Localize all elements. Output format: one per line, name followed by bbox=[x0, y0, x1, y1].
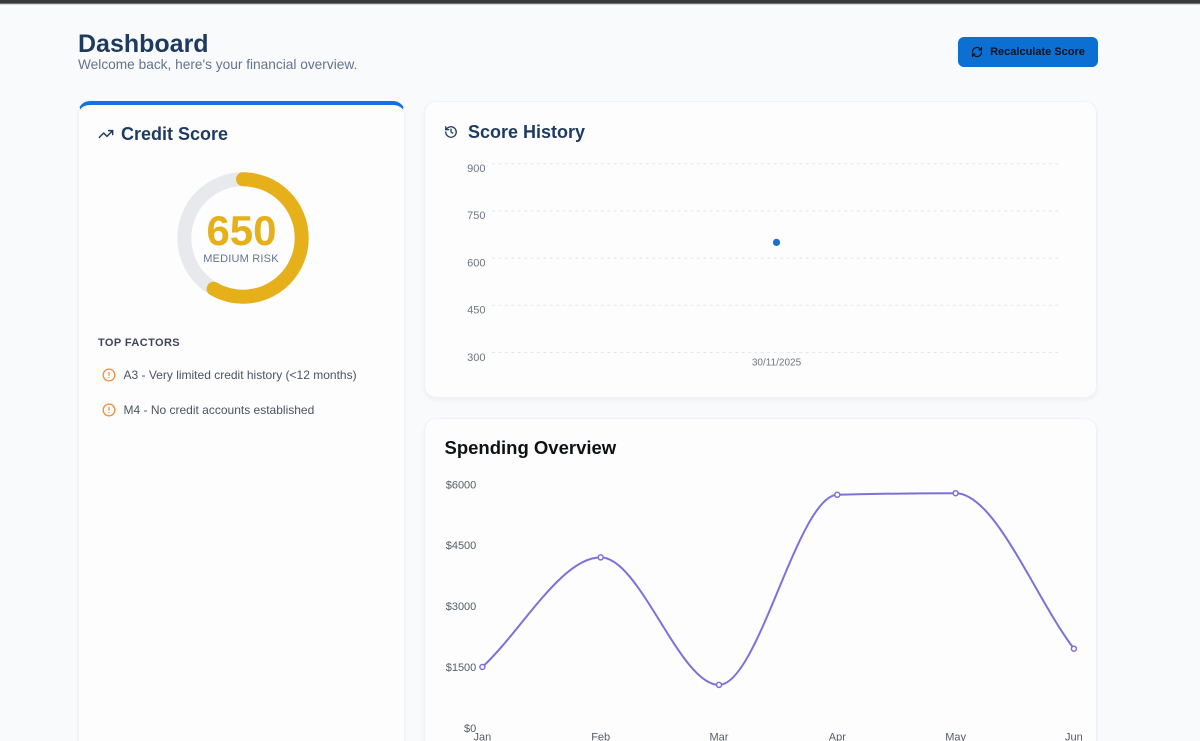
svg-text:750: 750 bbox=[467, 210, 485, 222]
svg-text:$3000: $3000 bbox=[446, 601, 477, 613]
svg-text:900: 900 bbox=[467, 163, 485, 175]
svg-text:300: 300 bbox=[467, 352, 485, 364]
svg-text:$1500: $1500 bbox=[446, 662, 477, 674]
svg-text:Jun: Jun bbox=[1065, 732, 1083, 741]
svg-text:600: 600 bbox=[467, 257, 485, 269]
svg-text:$4500: $4500 bbox=[446, 540, 477, 552]
svg-text:30/11/2025: 30/11/2025 bbox=[752, 358, 802, 369]
svg-text:Feb: Feb bbox=[591, 732, 610, 741]
svg-text:Apr: Apr bbox=[829, 732, 846, 741]
svg-text:$6000: $6000 bbox=[446, 479, 477, 491]
svg-text:May: May bbox=[945, 732, 966, 741]
svg-text:450: 450 bbox=[467, 305, 485, 317]
svg-text:Jan: Jan bbox=[474, 732, 492, 741]
svg-text:Mar: Mar bbox=[710, 732, 729, 741]
